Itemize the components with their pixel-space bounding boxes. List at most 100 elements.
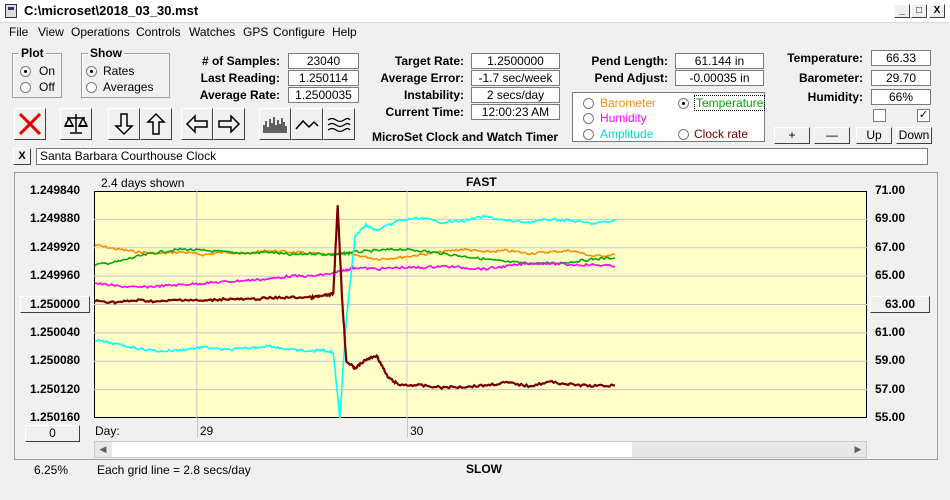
clock-rate-option: Clock rate [694, 127, 749, 141]
menu-gps[interactable]: GPS [243, 25, 268, 39]
barometer-label: Barometer: [798, 71, 863, 85]
plot-group-title: Plot [19, 46, 46, 60]
pend-length-field[interactable]: 61.144 in [675, 53, 764, 69]
average-rate-label: Average Rate: [199, 88, 280, 102]
temperature-radio[interactable] [678, 98, 689, 109]
right-center-button[interactable]: 63.00 [870, 296, 930, 313]
left-tick-label: 1.249960 [30, 268, 81, 283]
scale-up-button[interactable] [140, 108, 172, 140]
wave-view-button[interactable] [323, 108, 355, 140]
series-select-panel: Barometer Temperature Humidity Amplitude… [572, 92, 766, 142]
line-view-button[interactable] [291, 108, 323, 140]
pend-length-label: Pend Length: [591, 54, 668, 68]
show-averages-label: Averages [103, 80, 154, 94]
window-title: C:\microset\2018_03_30.mst [24, 3, 199, 18]
days-shown-label: 2.4 days shown [101, 176, 185, 190]
left-tick-label: 1.250120 [30, 381, 81, 396]
left-tick-label: 1.249880 [30, 211, 81, 226]
menu-file[interactable]: File [9, 25, 28, 39]
menu-operations[interactable]: Operations [71, 25, 130, 39]
right-tick-label: 61.00 [875, 324, 906, 339]
balance-scale-icon [63, 114, 89, 134]
clock-name-field[interactable]: Santa Barbara Courthouse Clock [36, 148, 928, 165]
scroll-left-arrow-icon[interactable]: ◀ [95, 442, 111, 457]
close-button[interactable]: X [929, 4, 945, 18]
scroll-left-button[interactable] [181, 108, 213, 140]
down-button[interactable]: Down [896, 127, 932, 144]
up-button[interactable]: Up [856, 127, 892, 144]
target-rate-label: Target Rate: [394, 54, 464, 68]
menu-controls[interactable]: Controls [136, 25, 181, 39]
instability-label: Instability: [403, 88, 464, 102]
right-tick-label: 57.00 [875, 381, 906, 396]
right-tick-label: 59.00 [875, 353, 906, 368]
scroll-right-button[interactable] [213, 108, 245, 140]
barometer-radio[interactable] [583, 98, 594, 109]
humidity-radio[interactable] [583, 113, 594, 124]
app-icon[interactable] [5, 4, 17, 18]
amplitude-option: Amplitude [600, 127, 654, 141]
title-bar: C:\microset\2018_03_30.mst _ □ X [0, 0, 950, 23]
scroll-right-arrow-icon[interactable]: ▶ [850, 442, 866, 457]
wave-icon [327, 117, 351, 133]
average-error-label: Average Error: [380, 71, 464, 85]
show-group-title: Show [88, 46, 124, 60]
stop-x-icon [18, 112, 42, 136]
plot-on-radio[interactable] [20, 66, 31, 77]
arrow-left-icon [185, 114, 208, 134]
plot-area[interactable] [94, 191, 867, 418]
arrow-right-icon [218, 114, 241, 134]
last-reading-label: Last Reading: [200, 71, 280, 85]
menu-view[interactable]: View [38, 25, 64, 39]
day-tick-label: 29 [199, 424, 214, 438]
stop-button[interactable] [14, 108, 46, 140]
menu-configure[interactable]: Configure [273, 25, 325, 39]
barometer-field: 29.70 [871, 70, 931, 86]
show-rates-radio[interactable] [86, 66, 97, 77]
temperature-field: 66.33 [871, 50, 931, 66]
horizontal-scrollbar[interactable]: ◀ ▶ [94, 441, 867, 458]
right-tick-label: 69.00 [875, 211, 906, 226]
maximize-button[interactable]: □ [911, 4, 927, 18]
left-tick-label: 1.250160 [30, 410, 81, 424]
day-tick-mark [407, 418, 408, 438]
clear-name-button[interactable]: X [13, 148, 31, 165]
instability-field: 2 secs/day [471, 87, 560, 103]
clock-rate-radio[interactable] [678, 129, 689, 140]
pend-adjust-field: -0.00035 in [675, 70, 764, 86]
scale-down-button[interactable] [108, 108, 140, 140]
samples-label: # of Samples: [201, 54, 280, 68]
option-checkbox-2[interactable]: ✓ [917, 109, 930, 122]
fast-label: FAST [466, 175, 497, 189]
show-group: Show Rates Averages [81, 46, 170, 98]
plot-on-label: On [39, 64, 56, 78]
left-tick-label: 1.249840 [30, 183, 81, 197]
humidity-option: Humidity [600, 111, 647, 125]
right-tick-label: 71.00 [875, 183, 906, 197]
day-tick-label: 30 [410, 424, 424, 438]
current-time-field: 12:00:23 AM [471, 104, 560, 120]
plot-off-radio[interactable] [20, 82, 31, 93]
menu-watches[interactable]: Watches [189, 25, 235, 39]
menu-help[interactable]: Help [332, 25, 357, 39]
offset-button[interactable]: 0 [25, 425, 80, 442]
left-tick-label: 1.250080 [30, 353, 81, 368]
scroll-thumb[interactable] [112, 442, 632, 457]
humidity-field: 66% [871, 89, 931, 105]
left-center-button[interactable]: 1.250000 [20, 296, 90, 313]
left-tick-label: 1.249920 [30, 239, 81, 254]
show-averages-radio[interactable] [86, 82, 97, 93]
samples-field: 23040 [288, 53, 359, 69]
option-checkbox-1[interactable] [873, 109, 886, 122]
amplitude-radio[interactable] [583, 129, 594, 140]
plus-button[interactable]: + [774, 127, 810, 144]
target-rate-field[interactable]: 1.2500000 [471, 53, 560, 69]
minus-button[interactable]: — [814, 127, 850, 144]
grid-note: Each grid line = 2.8 secs/day [97, 463, 251, 477]
balance-button[interactable] [60, 108, 92, 140]
app-caption: MicroSet Clock and Watch Timer [372, 130, 559, 144]
minimize-button[interactable]: _ [894, 4, 910, 18]
slow-label: SLOW [466, 462, 502, 476]
average-error-field: -1.7 sec/week [471, 70, 560, 86]
bars-view-button[interactable] [259, 108, 291, 140]
